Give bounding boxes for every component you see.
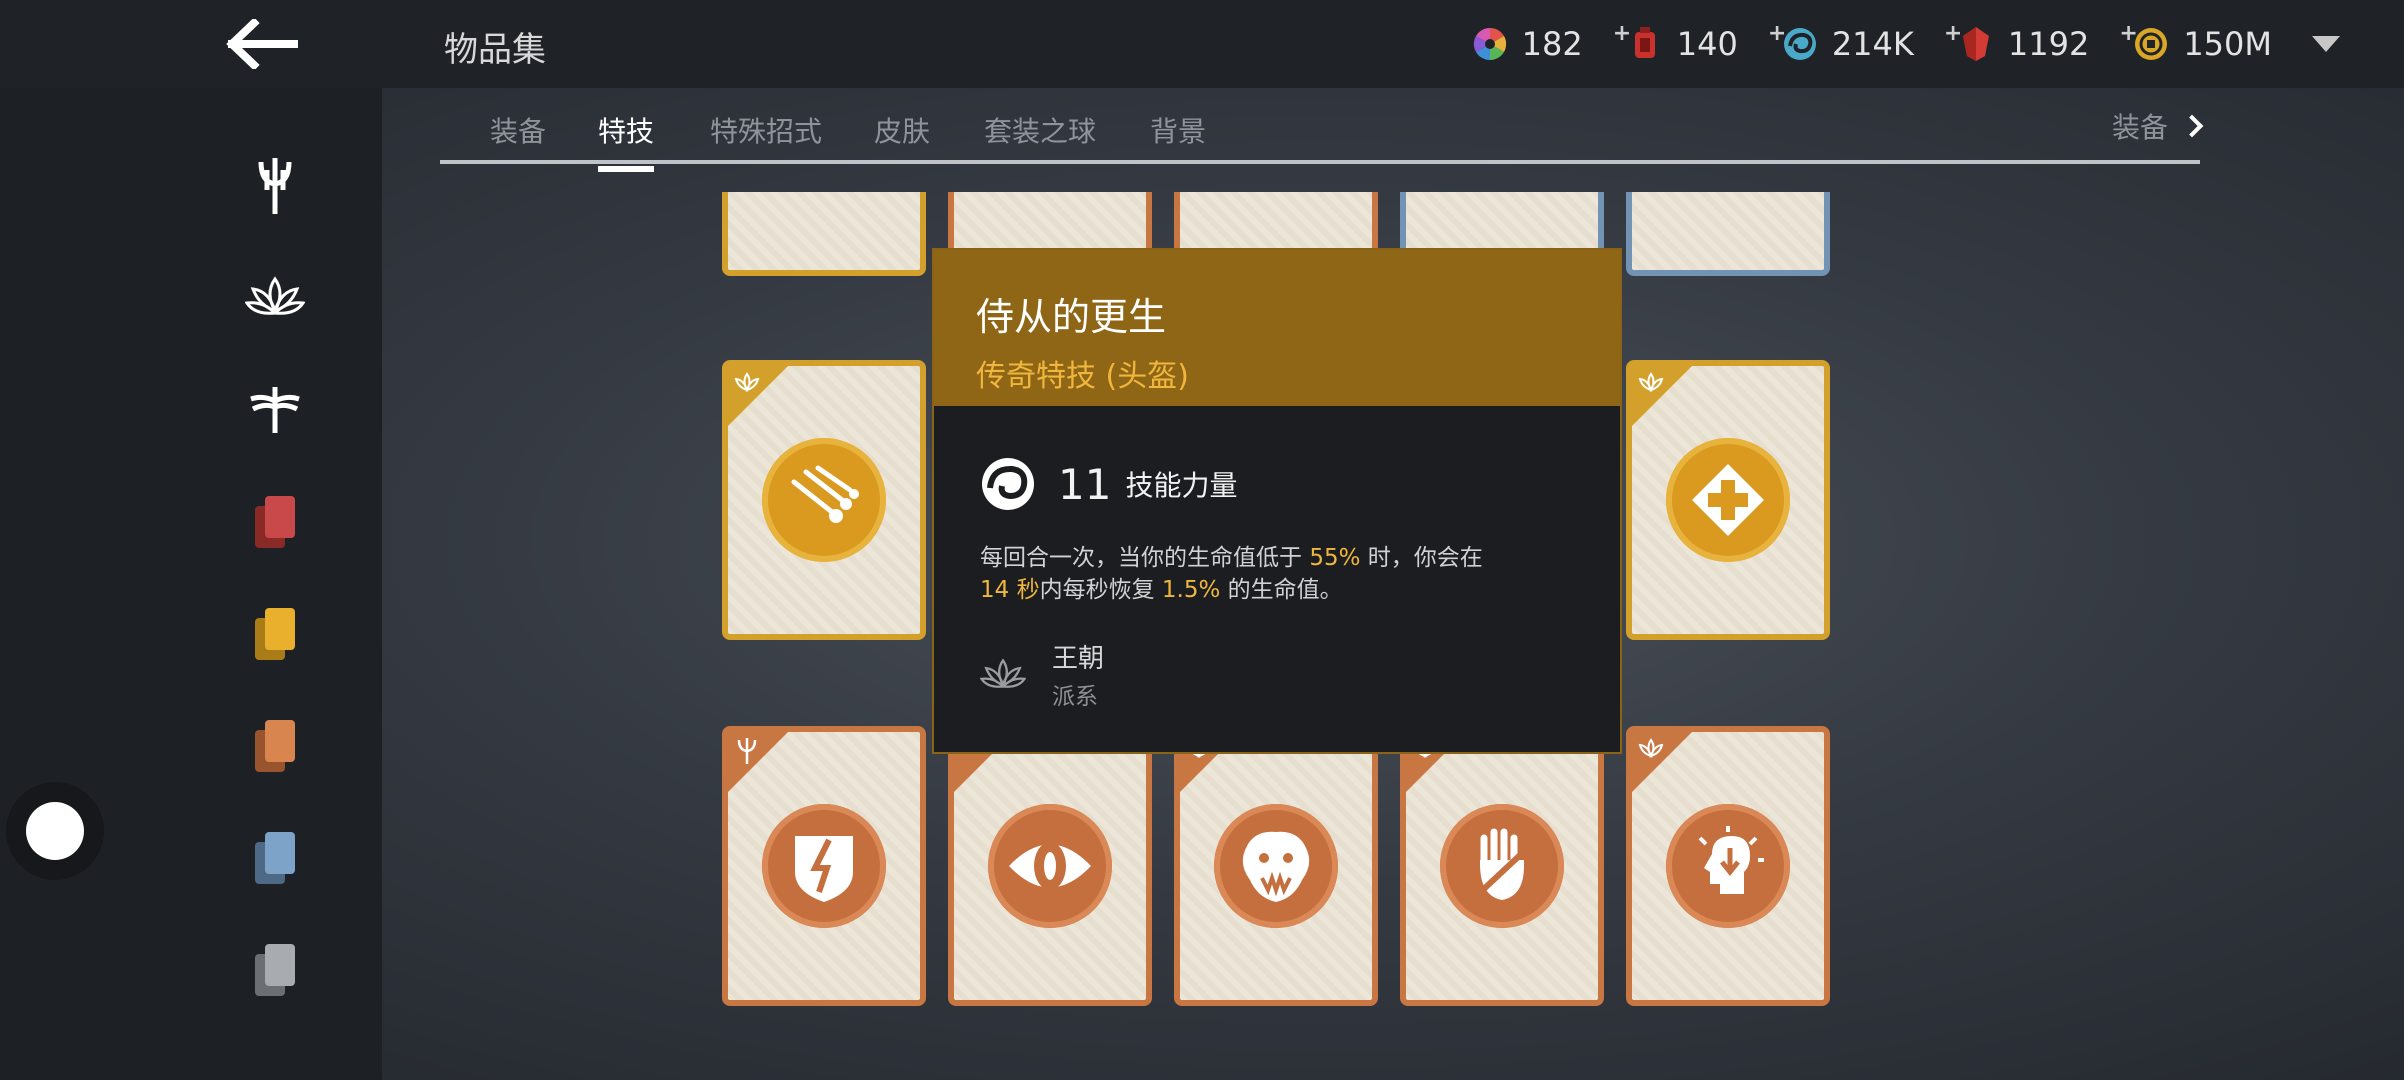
- perk-faction: 王朝 派系: [980, 638, 1104, 711]
- color-wheel-icon: [1472, 26, 1508, 62]
- sidebar-item-orange-cards[interactable]: [220, 690, 330, 802]
- plus-icon[interactable]: +: [2119, 21, 2137, 46]
- tab-skins[interactable]: 皮肤: [874, 110, 930, 150]
- desc-text: 每回合一次，当你的生命值低于: [980, 545, 1310, 571]
- red-lantern-icon: [1627, 26, 1663, 62]
- tab-next-label: 装备: [2111, 111, 2168, 144]
- desc-text: 的生命值。: [1220, 577, 1343, 603]
- stat-label: 技能力量: [1125, 469, 1238, 502]
- desc-text: 内每秒恢复: [1039, 577, 1162, 603]
- perk-tooltip: 侍从的更生 传奇特技 (头盔) 11 技能力量 每回合一次，当你的生命值低于 5…: [932, 248, 1622, 754]
- blue-swirl-icon: [1782, 26, 1818, 62]
- orange-cards-icon: [255, 720, 295, 772]
- perk-card[interactable]: [722, 360, 926, 640]
- chevron-right-icon: [2180, 114, 2204, 138]
- beast-head-icon: [1214, 804, 1338, 928]
- currency-coin[interactable]: + 150M: [2119, 21, 2272, 63]
- desc-highlight: 1.5%: [1161, 577, 1221, 603]
- floating-assist-button[interactable]: [6, 782, 104, 880]
- tab-set-orbs[interactable]: 套装之球: [984, 110, 1096, 150]
- lotus-icon: [245, 276, 305, 315]
- red-cards-icon: [255, 496, 295, 548]
- currency-value: 1192: [2007, 25, 2090, 63]
- eye-icon: [988, 804, 1112, 928]
- red-gem-icon: [1958, 26, 1994, 62]
- stat-value: 11: [1058, 459, 1112, 509]
- currency-value: 140: [1676, 25, 1738, 63]
- currency-swirl[interactable]: + 214K: [1768, 21, 1914, 63]
- sidebar-nav: [220, 130, 330, 1026]
- perk-card[interactable]: [1174, 726, 1378, 1006]
- perk-card[interactable]: [948, 726, 1152, 1006]
- lotus-icon: [734, 372, 760, 393]
- tab-backgrounds[interactable]: 背景: [1150, 110, 1206, 150]
- tooltip-header: 侍从的更生 传奇特技 (头盔): [934, 250, 1620, 406]
- faction-name: 王朝: [1052, 644, 1105, 674]
- currency-lantern[interactable]: + 140: [1613, 21, 1738, 63]
- page-title: 物品集: [444, 30, 546, 70]
- perk-card[interactable]: [1626, 192, 1830, 276]
- perk-card[interactable]: [1626, 360, 1830, 640]
- sidebar-item-gray-cards[interactable]: [220, 914, 330, 1026]
- lotus-icon: [1638, 372, 1664, 393]
- sidebar-item-red-cards[interactable]: [220, 466, 330, 578]
- currency-colorwheel[interactable]: 182: [1472, 25, 1583, 63]
- gray-cards-icon: [255, 944, 295, 996]
- perk-card[interactable]: [722, 726, 926, 1006]
- mind-down-icon: [1666, 804, 1790, 928]
- lotus-icon: [1638, 738, 1664, 759]
- currency-gem[interactable]: + 1192: [1944, 21, 2090, 63]
- lotus-icon: [980, 657, 1026, 688]
- sidebar-item-blue-cards[interactable]: [220, 802, 330, 914]
- perk-card[interactable]: [722, 192, 926, 276]
- tab-next-equipment[interactable]: 装备: [2111, 106, 2204, 146]
- perk-name: 侍从的更生: [976, 295, 1167, 339]
- desc-highlight: 14 秒: [980, 577, 1040, 603]
- sidebar-item-weapons[interactable]: [220, 130, 330, 242]
- perk-rarity: 传奇特技 (头盔): [976, 359, 1189, 394]
- hand-slash-icon: [1440, 804, 1564, 928]
- tabs-underline: [440, 160, 2200, 164]
- desc-highlight: 55%: [1309, 545, 1361, 571]
- currency-bar: 182 + 140 + 214K + 1192 + 150M: [1428, 14, 2340, 74]
- currency-value: 150M: [2183, 25, 2272, 63]
- sidebar-item-yellow-cards[interactable]: [220, 578, 330, 690]
- back-button[interactable]: [222, 12, 302, 76]
- plus-icon[interactable]: +: [1944, 21, 1962, 46]
- faction-type: 派系: [1052, 684, 1098, 710]
- tab-special-moves[interactable]: 特殊招式: [710, 110, 822, 150]
- perk-card[interactable]: [1626, 726, 1830, 1006]
- gold-coin-icon: [2133, 26, 2169, 62]
- skill-power-icon: [982, 458, 1034, 510]
- trident-icon: [737, 738, 757, 764]
- sidebar-item-lotus[interactable]: [220, 242, 330, 354]
- tab-equipment[interactable]: 装备: [490, 110, 546, 150]
- perk-description: 每回合一次，当你的生命值低于 55% 时，你会在 14 秒内每秒恢复 1.5% 的…: [980, 542, 1580, 606]
- sidebar-item-dragonfly[interactable]: [220, 354, 330, 466]
- trident-icon: [258, 158, 292, 214]
- plus-icon[interactable]: +: [1613, 21, 1631, 46]
- plus-icon[interactable]: +: [1768, 21, 1786, 46]
- category-tabs: 装备 特技 特殊招式 皮肤 套装之球 背景 装备: [440, 88, 2204, 172]
- back-arrow-icon: [226, 19, 298, 69]
- currency-value: 214K: [1831, 25, 1914, 63]
- broken-shield-icon: [762, 804, 886, 928]
- skill-power-stat: 11 技能力量: [980, 456, 1237, 512]
- comet-icon: [762, 438, 886, 562]
- currency-value: 182: [1521, 25, 1583, 63]
- chevron-down-icon[interactable]: [2312, 36, 2340, 52]
- blue-cards-icon: [255, 832, 295, 884]
- assist-dot: [26, 802, 84, 860]
- dragonfly-icon: [250, 387, 300, 433]
- healing-cross-icon: [1666, 438, 1790, 562]
- desc-text: 时，你会在: [1360, 545, 1483, 571]
- perk-card[interactable]: [1400, 726, 1604, 1006]
- tab-perks[interactable]: 特技: [598, 110, 655, 172]
- yellow-cards-icon: [255, 608, 295, 660]
